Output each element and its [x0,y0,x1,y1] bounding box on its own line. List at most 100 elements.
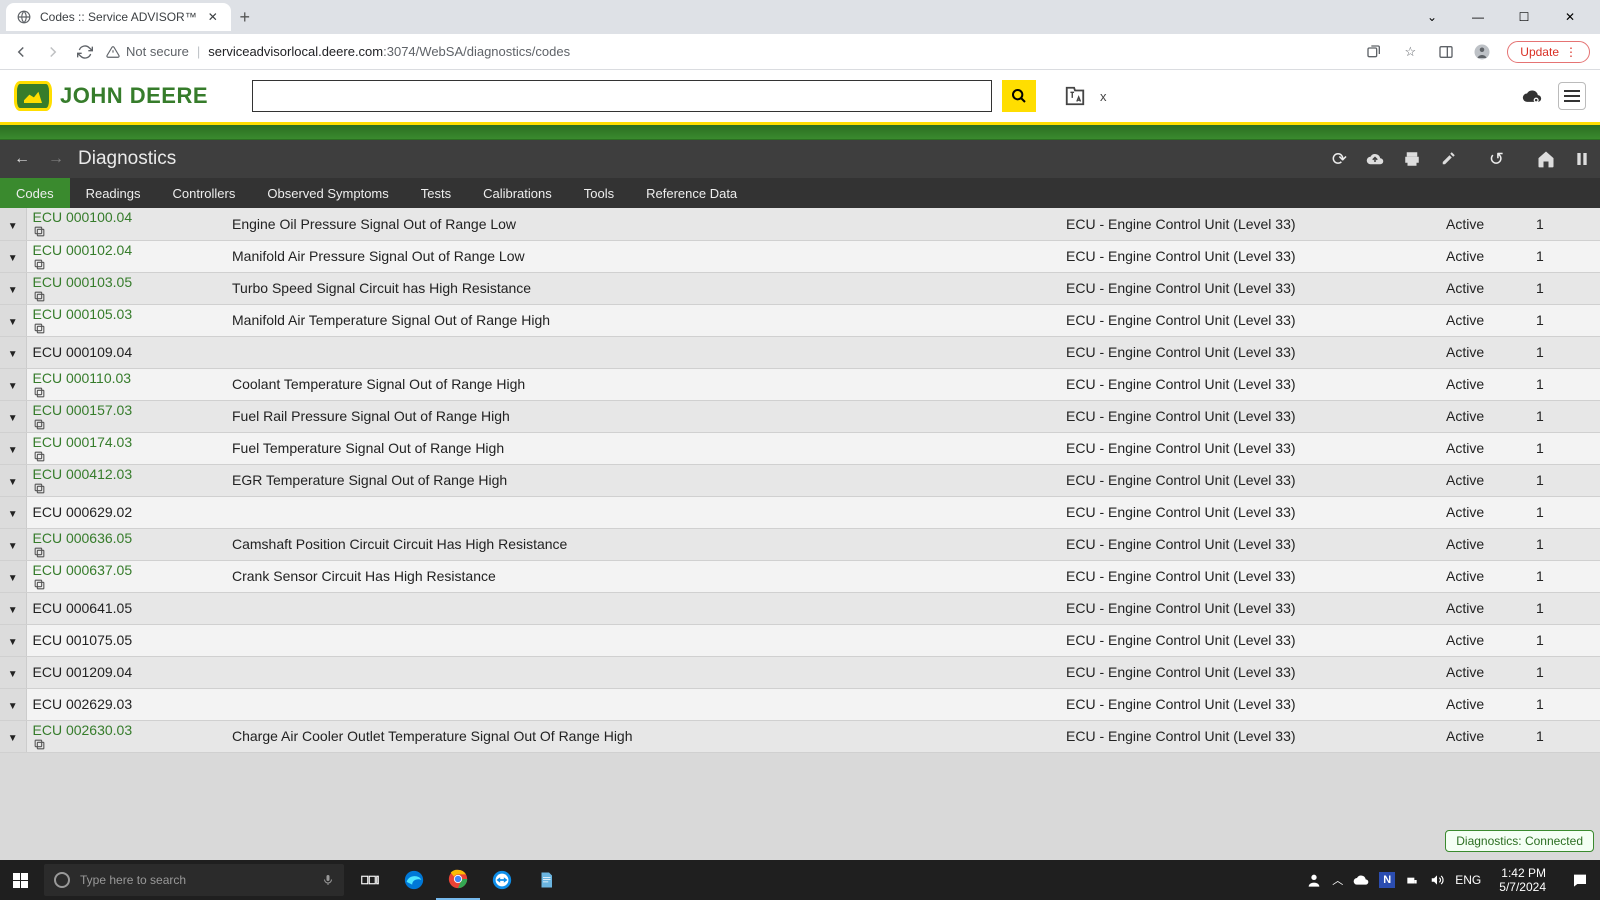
tray-language[interactable]: ENG [1455,873,1481,887]
copy-icon[interactable] [33,738,221,751]
notepad-icon[interactable] [524,860,568,900]
tray-app-icon[interactable]: N [1379,872,1395,888]
menu-item-observed-symptoms[interactable]: Observed Symptoms [251,178,404,208]
search-input[interactable] [252,80,992,112]
table-row: ▼ECU 000641.05ECU - Engine Control Unit … [0,592,1600,624]
bookmark-icon[interactable]: ☆ [1399,41,1421,63]
url-display[interactable]: Not secure | serviceadvisorlocal.deere.c… [106,44,1353,59]
home-icon[interactable] [1536,149,1556,169]
menu-item-reference-data[interactable]: Reference Data [630,178,753,208]
tools-icon[interactable] [1439,150,1457,168]
window-maximize-icon[interactable]: ☐ [1510,10,1538,24]
page-forward-button[interactable]: → [44,150,68,168]
expand-toggle[interactable]: ▼ [0,560,26,592]
search-button[interactable] [1002,80,1036,112]
brand-logo[interactable]: JOHN DEERE [14,81,208,111]
codes-table-wrapper[interactable]: ▼ECU 000100.04Engine Oil Pressure Signal… [0,208,1600,860]
cloud-upload-icon[interactable] [1365,150,1385,168]
history-icon[interactable]: ↺ [1489,149,1504,170]
refresh-icon[interactable]: ⟳ [1332,149,1347,170]
menu-button[interactable] [1558,82,1586,110]
people-icon[interactable] [1306,872,1322,888]
copy-icon[interactable] [33,546,221,559]
window-close-icon[interactable]: ✕ [1556,10,1584,24]
notifications-icon[interactable] [1564,872,1596,888]
side-panel-icon[interactable] [1435,41,1457,63]
menu-item-tools[interactable]: Tools [568,178,630,208]
menu-item-controllers[interactable]: Controllers [157,178,252,208]
expand-toggle[interactable]: ▼ [0,624,26,656]
print-icon[interactable] [1403,150,1421,168]
profile-icon[interactable] [1471,41,1493,63]
update-button[interactable]: Update⋮ [1507,41,1590,63]
tray-chevron-icon[interactable]: ︿ [1332,872,1343,888]
copy-icon[interactable] [33,225,221,238]
translate-icon[interactable] [1064,85,1086,107]
expand-toggle[interactable]: ▼ [0,336,26,368]
menu-item-readings[interactable]: Readings [70,178,157,208]
code-link[interactable]: ECU 000103.05 [33,274,133,290]
copy-icon[interactable] [33,482,221,495]
table-row: ▼ECU 000103.05Turbo Speed Signal Circuit… [0,272,1600,304]
task-view-icon[interactable] [348,860,392,900]
code-link[interactable]: ECU 000636.05 [33,530,133,546]
code-link[interactable]: ECU 000412.03 [33,466,133,482]
expand-toggle[interactable]: ▼ [0,528,26,560]
nav-forward-button[interactable] [42,41,64,63]
clear-button[interactable]: x [1100,89,1107,104]
menu-item-tests[interactable]: Tests [405,178,467,208]
copy-icon[interactable] [33,322,221,335]
copy-icon[interactable] [33,258,221,271]
copy-icon[interactable] [33,386,221,399]
tray-onedrive-icon[interactable] [1353,874,1369,886]
code-link[interactable]: ECU 000174.03 [33,434,133,450]
expand-toggle[interactable]: ▼ [0,720,26,752]
tray-volume-icon[interactable] [1429,873,1445,887]
expand-toggle[interactable]: ▼ [0,400,26,432]
nav-back-button[interactable] [10,41,32,63]
expand-toggle[interactable]: ▼ [0,272,26,304]
expand-toggle[interactable]: ▼ [0,368,26,400]
menu-item-calibrations[interactable]: Calibrations [467,178,568,208]
status-cell: Active [1440,720,1530,752]
close-tab-icon[interactable]: ✕ [205,10,221,24]
start-button[interactable] [0,860,40,900]
expand-toggle[interactable]: ▼ [0,464,26,496]
window-minimize-icon[interactable]: — [1464,10,1492,24]
share-icon[interactable] [1363,41,1385,63]
taskbar-clock[interactable]: 1:42 PM 5/7/2024 [1491,866,1554,895]
mic-icon[interactable] [322,872,334,888]
copy-icon[interactable] [33,450,221,463]
copy-icon[interactable] [33,418,221,431]
expand-toggle[interactable]: ▼ [0,304,26,336]
expand-toggle[interactable]: ▼ [0,496,26,528]
page-back-button[interactable]: ← [10,150,34,168]
expand-toggle[interactable]: ▼ [0,240,26,272]
copy-icon[interactable] [33,578,221,591]
expand-toggle[interactable]: ▼ [0,688,26,720]
new-tab-button[interactable]: + [231,3,259,31]
browser-tab[interactable]: Codes :: Service ADVISOR™ ✕ [6,3,231,31]
expand-toggle[interactable]: ▼ [0,432,26,464]
menu-item-codes[interactable]: Codes [0,178,70,208]
code-link[interactable]: ECU 000157.03 [33,402,133,418]
expand-toggle[interactable]: ▼ [0,656,26,688]
edge-icon[interactable] [392,860,436,900]
code-link[interactable]: ECU 000637.05 [33,562,133,578]
copy-icon[interactable] [33,290,221,303]
code-link[interactable]: ECU 000100.04 [33,209,133,225]
code-link[interactable]: ECU 002630.03 [33,722,133,738]
expand-toggle[interactable]: ▼ [0,208,26,240]
cloud-settings-icon[interactable] [1520,86,1544,106]
taskbar-search[interactable]: Type here to search [44,864,344,896]
chevron-down-icon[interactable]: ⌄ [1418,10,1446,24]
tray-network-icon[interactable] [1405,873,1419,887]
teamviewer-icon[interactable] [480,860,524,900]
expand-toggle[interactable]: ▼ [0,592,26,624]
pause-icon[interactable] [1574,150,1590,168]
code-link[interactable]: ECU 000102.04 [33,242,133,258]
code-link[interactable]: ECU 000105.03 [33,306,133,322]
chrome-icon[interactable] [436,860,480,900]
reload-button[interactable] [74,41,96,63]
code-link[interactable]: ECU 000110.03 [33,370,132,386]
